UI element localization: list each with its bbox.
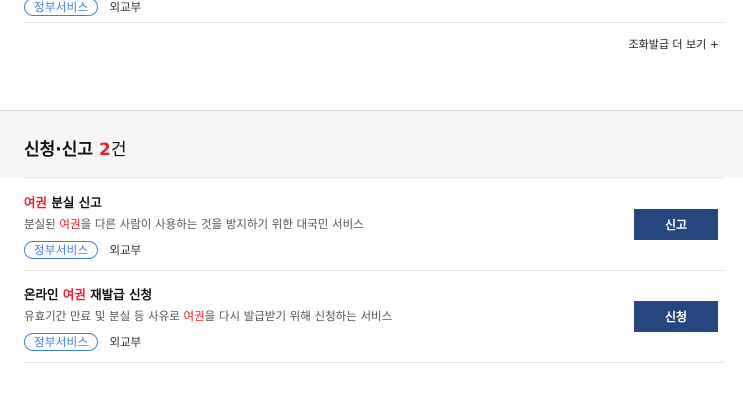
title-text: 재발급 신청 xyxy=(85,287,153,302)
report-button[interactable]: 신고 xyxy=(634,209,718,240)
item-title[interactable]: 여권 분실 신고 xyxy=(24,192,102,211)
organization-label: 외교부 xyxy=(109,243,142,257)
result-count-unit: 건 xyxy=(110,140,127,160)
service-type-tag[interactable]: 정부서비스 xyxy=(24,241,99,259)
tag-row: 정부서비스 외교부 xyxy=(24,239,141,259)
desc-text: 유효기간 만료 및 분실 등 사유로 xyxy=(24,309,184,323)
item-description: 분실된 여권을 다른 사람이 사용하는 것을 방지하기 위한 대국민 서비스 xyxy=(24,216,364,232)
section-header: 신청·신고 2건 xyxy=(0,110,743,177)
desc-text: 을 다른 사람이 사용하는 것을 방지하기 위한 대국민 서비스 xyxy=(80,217,364,231)
item-description: 유효기간 만료 및 분실 등 사유로 여권을 다시 발급받기 위해 신청하는 서… xyxy=(24,308,392,324)
tag-row: 정부서비스 외교부 xyxy=(24,0,141,16)
title-text: 온라인 xyxy=(24,287,63,302)
desc-keyword-highlight: 여권 xyxy=(59,217,81,231)
item-title[interactable]: 온라인 여권 재발급 신청 xyxy=(24,284,152,303)
result-count: 2 xyxy=(99,140,111,160)
organization-label: 외교부 xyxy=(109,0,142,14)
desc-text: 분실된 xyxy=(24,217,60,231)
title-keyword-highlight: 여권 xyxy=(62,287,86,302)
organization-label: 외교부 xyxy=(109,335,142,349)
apply-button[interactable]: 신청 xyxy=(634,301,718,332)
desc-text: 을 다시 발급받기 위해 신청하는 서비스 xyxy=(204,309,393,323)
service-type-tag[interactable]: 정부서비스 xyxy=(24,333,99,351)
title-text: 분실 신고 xyxy=(47,195,102,210)
desc-keyword-highlight: 여권 xyxy=(183,309,205,323)
title-keyword-highlight: 여권 xyxy=(24,195,48,210)
result-item: 온라인 여권 재발급 신청 유효기간 만료 및 분실 등 사유로 여권을 다시 … xyxy=(24,270,724,363)
section-title: 신청·신고 2건 xyxy=(24,135,127,160)
service-type-tag[interactable]: 정부서비스 xyxy=(24,0,99,16)
section-title-text: 신청·신고 xyxy=(24,140,94,160)
tag-row: 정부서비스 외교부 xyxy=(24,331,141,351)
previous-result-item: 정부서비스 외교부 xyxy=(24,0,724,23)
result-item: 여권 분실 신고 분실된 여권을 다른 사람이 사용하는 것을 방지하기 위한 … xyxy=(24,177,724,271)
view-more-link[interactable]: 조화발급 더 보기 + xyxy=(628,36,719,52)
